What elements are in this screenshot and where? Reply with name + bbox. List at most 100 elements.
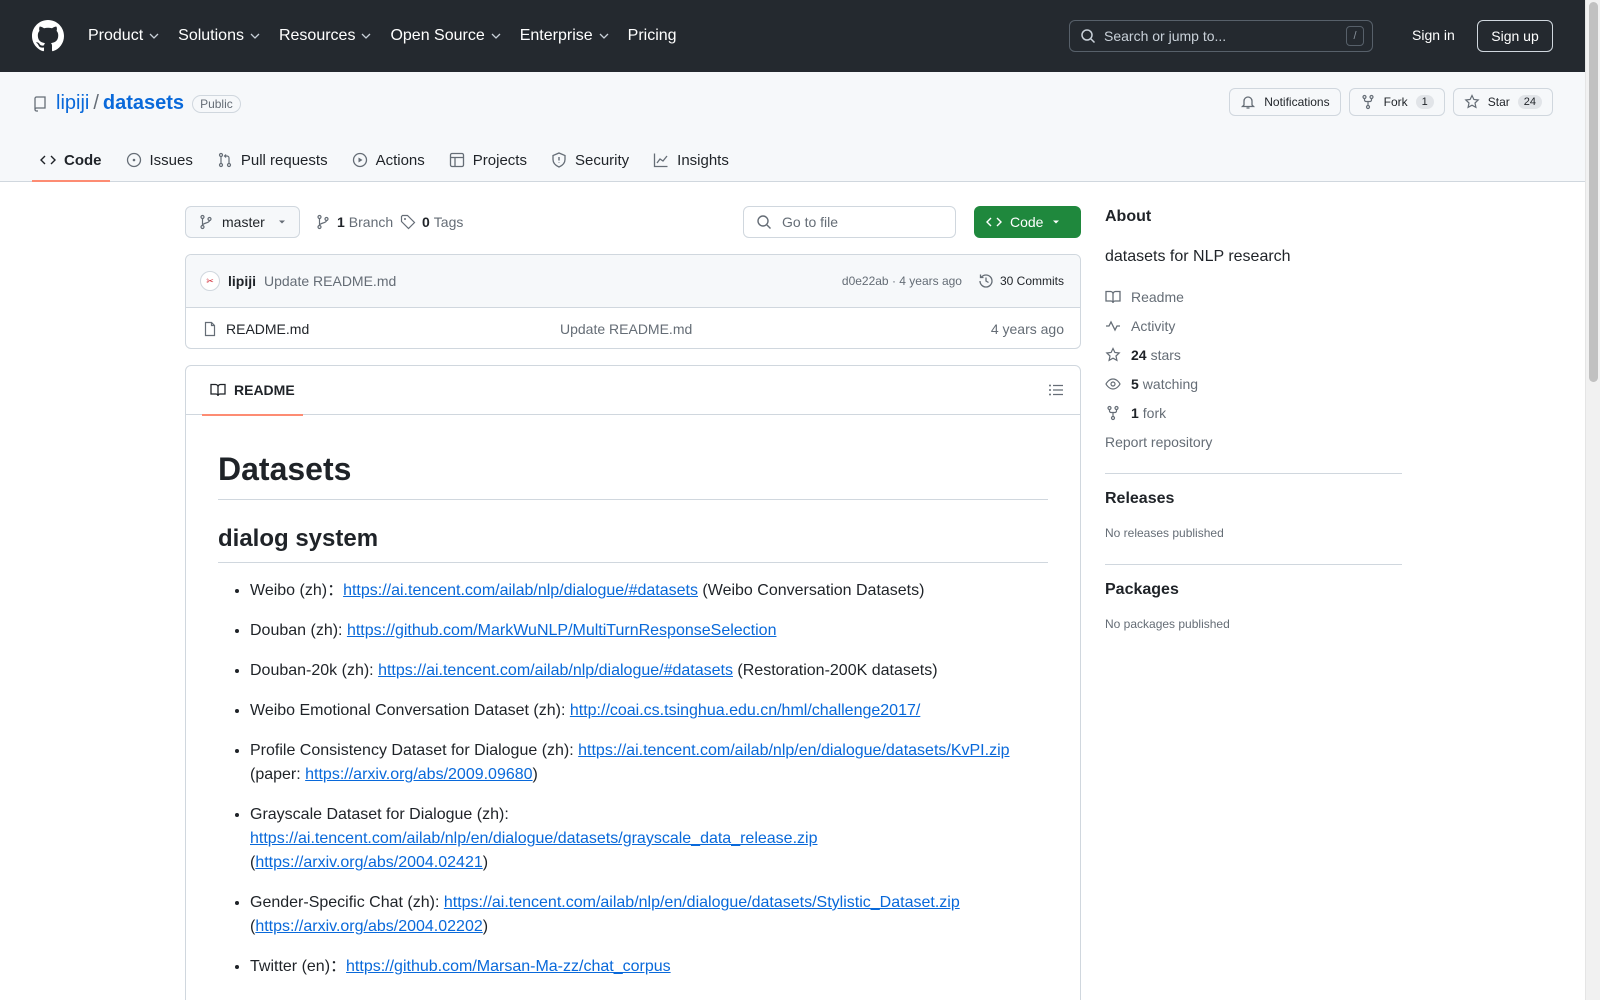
tab-projects[interactable]: Projects [441, 138, 535, 182]
tag-icon [400, 214, 416, 230]
repo-tabs: Code Issues Pull requests Actions Projec… [32, 138, 745, 182]
about-links: Readme Activity 24 stars 5 watching 1 fo… [1105, 282, 1402, 456]
paper-link[interactable]: https://arxiv.org/abs/2004.02202 [255, 918, 482, 935]
commit-author[interactable]: lipiji [228, 273, 256, 289]
file-commit-message[interactable]: Update README.md [560, 321, 692, 337]
dataset-link[interactable]: https://ai.tencent.com/ailab/nlp/en/dial… [578, 742, 1009, 759]
repo-separator: / [93, 92, 99, 114]
issue-icon [126, 152, 141, 168]
code-icon [986, 217, 1002, 227]
dataset-link[interactable]: https://github.com/MarkWuNLP/MultiTurnRe… [347, 622, 777, 639]
fork-button[interactable]: Fork 1 [1348, 88, 1445, 116]
notifications-button[interactable]: Notifications [1229, 88, 1341, 116]
about-title: About [1105, 208, 1152, 225]
file-age: 4 years ago [990, 320, 1064, 337]
item-text: ) [482, 854, 489, 871]
sign-up-button[interactable]: Sign up [1477, 20, 1553, 52]
tab-insights[interactable]: Insights [645, 138, 737, 182]
packages-title[interactable]: Packages [1105, 581, 1402, 599]
nav-enterprise[interactable]: Enterprise [520, 27, 610, 45]
dataset-link[interactable]: https://ai.tencent.com/ailab/nlp/en/dial… [444, 894, 960, 911]
pulse-icon [1106, 320, 1120, 331]
commits-count: 30 Commits [999, 274, 1064, 288]
releases-section: Releases No releases published [1105, 473, 1402, 540]
branch-select-button[interactable]: master [185, 206, 300, 238]
list-item: Profile Consistency Dataset for Dialogue… [250, 739, 1048, 787]
item-text: Gender-Specific Chat (zh): [250, 894, 444, 911]
activity-link[interactable]: Activity [1105, 311, 1402, 340]
nav-resources[interactable]: Resources [279, 27, 372, 45]
pull-request-icon [218, 152, 231, 168]
dataset-link[interactable]: https://ai.tencent.com/ailab/nlp/dialogu… [343, 582, 698, 599]
item-text: Douban (zh): [250, 622, 347, 639]
tag-label: Tags [433, 214, 464, 230]
table-icon [449, 152, 464, 168]
forks-label: fork [1142, 404, 1167, 421]
releases-title[interactable]: Releases [1105, 490, 1402, 508]
tab-pull-requests[interactable]: Pull requests [209, 138, 336, 182]
github-logo-icon[interactable] [32, 20, 64, 52]
nav-enterprise-label: Enterprise [519, 27, 593, 44]
readme-link[interactable]: Readme [1105, 282, 1402, 311]
readme-panel: README Datasets dialog system Weibo (zh)… [185, 365, 1081, 1000]
page-scrollbar[interactable] [1585, 0, 1600, 1000]
dataset-link[interactable]: http://coai.cs.tsinghua.edu.cn/hml/chall… [570, 702, 920, 719]
tab-code-label: Code [64, 151, 102, 169]
list-item: Douban-20k (zh): https://ai.tencent.com/… [250, 659, 1048, 683]
star-button[interactable]: Star 24 [1452, 88, 1553, 116]
tab-actions[interactable]: Actions [344, 138, 433, 182]
go-to-file-input[interactable]: Go to file [743, 206, 956, 238]
report-repository-link[interactable]: Report repository [1105, 427, 1402, 456]
repo-name-link[interactable]: datasets [103, 92, 184, 115]
dataset-link[interactable]: https://github.com/Marsan-Ma-zz/chat_cor… [346, 958, 671, 975]
code-download-button[interactable]: Code [974, 206, 1081, 238]
file-icon [204, 321, 216, 336]
list-unordered-icon[interactable] [1048, 382, 1064, 398]
nav-product[interactable]: Product [88, 27, 160, 45]
dataset-link[interactable]: https://ai.tencent.com/ailab/nlp/dialogu… [378, 662, 733, 679]
item-text: ) [532, 766, 538, 783]
search-icon [757, 215, 771, 229]
branch-icon [200, 214, 212, 230]
file-toolbar: master 1 Branch 0 Tags Go to file Code [185, 206, 1081, 238]
tab-code[interactable]: Code [32, 138, 110, 182]
graph-icon [654, 153, 668, 168]
sign-in-link[interactable]: Sign in [1412, 27, 1455, 43]
table-row: README.md Update README.md 4 years ago [186, 308, 1080, 349]
forks-link[interactable]: 1 fork [1105, 398, 1402, 427]
repo-owner-link[interactable]: lipiji [56, 92, 89, 115]
paper-link[interactable]: https://arxiv.org/abs/2004.02421 [255, 854, 482, 871]
tags-link[interactable]: 0 Tags [400, 206, 463, 238]
watching-label: watching [1142, 375, 1199, 392]
commit-message[interactable]: Update README.md [264, 273, 396, 289]
stars-label: stars [1150, 346, 1181, 363]
branches-link[interactable]: 1 Branch [315, 206, 393, 238]
book-icon [1105, 290, 1121, 303]
releases-note: No releases published [1105, 526, 1224, 540]
list-item: Weibo (zh)：https://ai.tencent.com/ailab/… [250, 579, 1048, 603]
list-item: Weibo Emotional Conversation Dataset (zh… [250, 699, 1048, 723]
avatar[interactable]: ✂ [200, 271, 220, 291]
tab-issues[interactable]: Issues [118, 138, 201, 182]
file-list: ✂ lipiji Update README.md d0e22ab · 4 ye… [185, 254, 1081, 349]
commit-meta[interactable]: d0e22ab · 4 years ago [842, 274, 962, 288]
nav-solutions-label: Solutions [178, 27, 244, 44]
code-icon [40, 155, 56, 165]
scrollbar-thumb[interactable] [1589, 2, 1598, 382]
item-text: (Weibo Conversation Datasets) [697, 582, 925, 599]
item-text: Douban-20k (zh): [250, 662, 379, 679]
readme-tab[interactable]: README [202, 366, 303, 416]
search-input[interactable]: Search or jump to... / [1069, 20, 1373, 52]
stars-link[interactable]: 24 stars [1105, 340, 1402, 369]
nav-pricing[interactable]: Pricing [628, 27, 677, 45]
nav-open-source[interactable]: Open Source [390, 27, 501, 45]
paper-link[interactable]: https://arxiv.org/abs/2009.09680 [305, 766, 532, 783]
book-icon [210, 383, 226, 397]
dataset-link[interactable]: https://ai.tencent.com/ailab/nlp/en/dial… [250, 830, 817, 847]
nav-solutions[interactable]: Solutions [178, 27, 261, 45]
watching-link[interactable]: 5 watching [1105, 369, 1402, 398]
commits-link[interactable]: 30 Commits [978, 273, 1064, 289]
latest-commit-row: ✂ lipiji Update README.md d0e22ab · 4 ye… [186, 255, 1080, 308]
file-name-link[interactable]: README.md [226, 321, 309, 337]
tab-security[interactable]: Security [543, 138, 637, 182]
